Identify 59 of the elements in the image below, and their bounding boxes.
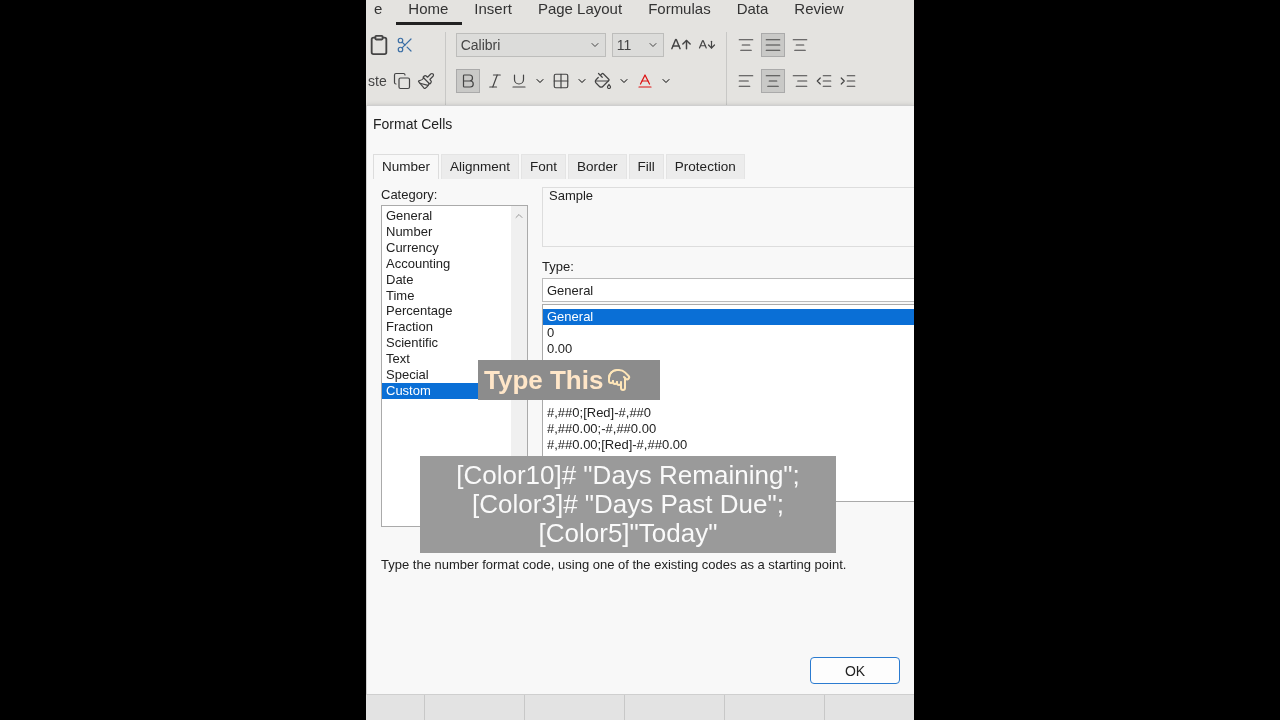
type-item[interactable]: 0 (543, 324, 914, 341)
category-item[interactable]: General (382, 208, 511, 224)
description-text: Type the number format code, using one of the existing codes as a starting point. (381, 557, 848, 572)
pointing-hand-icon (607, 368, 632, 392)
ribbon-tab[interactable]: Review (782, 0, 858, 25)
paste-icon[interactable] (368, 34, 390, 56)
paste-label[interactable]: ste (368, 73, 387, 89)
align-left-icon[interactable] (736, 72, 755, 90)
ribbon-tab[interactable]: Formulas (636, 0, 725, 25)
caption-text: [Color5]"Today" (538, 519, 718, 548)
category-item[interactable]: Time (382, 287, 511, 304)
align-top-icon[interactable] (736, 36, 755, 54)
align-center-button[interactable] (760, 69, 785, 93)
ribbon-tab[interactable]: Home (396, 0, 463, 25)
ok-button[interactable]: OK (810, 657, 900, 684)
align-center-icon (763, 72, 782, 90)
type-item[interactable]: #,##0.00;-#,##0.00 (543, 420, 914, 437)
category-item[interactable]: Number (382, 223, 511, 240)
category-item[interactable]: Scientific (382, 335, 511, 352)
category-item[interactable]: Fraction (382, 319, 511, 336)
format-painter-icon[interactable] (416, 72, 435, 90)
dialog-tab[interactable]: Number (373, 154, 439, 179)
ribbon-tab[interactable]: Page Layout (525, 0, 637, 25)
caption-text: [Color3]# "Days Past Due"; (472, 490, 784, 519)
dialog-tab[interactable]: Protection (665, 154, 745, 179)
category-item[interactable]: Percentage (382, 303, 511, 320)
dialog-tab[interactable]: Border (568, 154, 627, 179)
font-size-combo[interactable]: 11 (611, 33, 664, 57)
font-name-combo[interactable]: Calibri (455, 33, 606, 57)
category-item[interactable]: Date (382, 271, 511, 288)
type-label: Type: (542, 259, 575, 274)
type-item[interactable]: 0.00 (543, 340, 914, 357)
dialog-title: Format Cells (372, 115, 454, 134)
decrease-indent-icon[interactable] (814, 72, 833, 90)
type-item[interactable]: #,##0.00;[Red]-#,##0.00 (543, 436, 914, 453)
category-item[interactable]: Currency (382, 239, 511, 256)
bold-button[interactable] (455, 69, 480, 93)
category-label: Category: (381, 187, 439, 202)
ribbon-tab[interactable]: Insert (462, 0, 526, 25)
dialog-tab[interactable]: Alignment (441, 154, 520, 179)
align-right-icon[interactable] (790, 72, 809, 90)
increase-indent-icon[interactable] (838, 72, 857, 90)
category-item[interactable]: Accounting (382, 255, 511, 272)
copy-icon[interactable] (392, 72, 411, 90)
dialog-tab[interactable]: Font (521, 154, 567, 179)
cut-icon[interactable] (396, 36, 414, 54)
ribbon-tab[interactable]: e (366, 0, 397, 25)
borders-icon[interactable] (551, 72, 570, 90)
sample-label: Sample (549, 188, 594, 203)
fill-color-icon[interactable] (593, 72, 612, 90)
dialog-tab[interactable]: Fill (628, 154, 664, 179)
type-item[interactable]: #,##0;[Red]-#,##0 (543, 404, 914, 421)
align-bottom-icon[interactable] (790, 36, 809, 54)
ribbon-tab[interactable]: Data (724, 0, 783, 25)
type-field[interactable]: General (542, 278, 914, 302)
align-middle-icon (763, 36, 782, 54)
caption-text: [Color10]# "Days Remaining"; (456, 461, 800, 490)
align-middle-button[interactable] (760, 33, 785, 57)
type-item[interactable]: General (543, 309, 914, 325)
